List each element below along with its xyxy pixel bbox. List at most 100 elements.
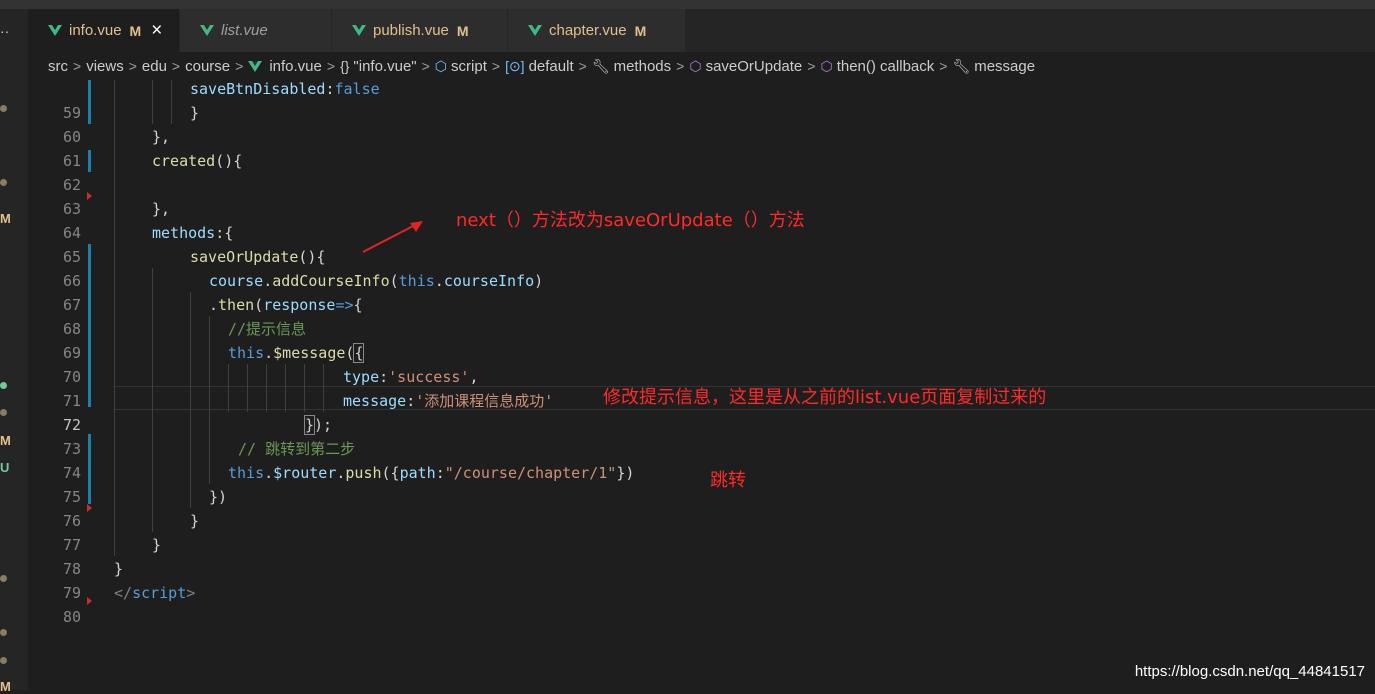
code-token: :	[325, 80, 335, 98]
code-token: addCourseInfo	[272, 272, 390, 290]
breadcrumb-symbol[interactable]: ⬡ then() callback	[820, 58, 934, 75]
breadcrumb-symbol[interactable]: ⬡ script	[435, 58, 487, 75]
scm-dot	[0, 179, 7, 186]
chevron-right-icon: >	[171, 58, 181, 74]
tab-info-vue[interactable]: info.vue M ×	[28, 9, 180, 52]
code-token: =>	[335, 296, 354, 314]
chevron-right-icon: >	[491, 58, 501, 74]
code-token: ,	[469, 368, 479, 386]
tab-label: list.vue	[221, 22, 268, 39]
code-line[interactable]: 59 saveBtnDisabled:false	[28, 77, 1375, 122]
code-line[interactable]: 78 }	[28, 533, 1375, 578]
method-cube-icon: ⬡	[820, 57, 833, 74]
code-token: saveOrUpdate	[190, 248, 299, 266]
code-token: >	[186, 584, 196, 602]
code-token: response	[263, 296, 336, 314]
code-token: ({	[381, 464, 400, 482]
code-line[interactable]: 79 }	[28, 557, 1375, 602]
annotation-message-note: 修改提示信息，这里是从之前的list.vue页面复制过来的	[603, 387, 1047, 408]
code-line[interactable]: 69 //提示信息	[28, 317, 1375, 362]
scm-dot	[0, 409, 7, 416]
breadcrumb-symbol[interactable]: {} "info.vue"	[340, 58, 417, 75]
code-line[interactable]: 77 }	[28, 509, 1375, 554]
code-line[interactable]: 67 course.addCourseInfo(this.courseInfo)	[28, 269, 1375, 314]
code-token: .	[209, 296, 219, 314]
chevron-right-icon: >	[235, 58, 244, 74]
window-top-strip	[0, 0, 1375, 9]
code-line[interactable]: 75 this.$router.push({path:"/course/chap…	[28, 461, 1375, 506]
code-token: .	[264, 344, 274, 362]
code-token: })	[616, 464, 635, 482]
git-modified-mark: M	[0, 433, 11, 448]
code-line[interactable]: 66 saveOrUpdate(){	[28, 245, 1375, 290]
code-line[interactable]: 74 // 跳转到第二步	[28, 437, 1375, 482]
vue-file-icon	[248, 60, 263, 72]
modified-badge: M	[634, 22, 647, 39]
breadcrumb-item[interactable]: course	[185, 58, 230, 75]
breadcrumb-symbol[interactable]: 🔧︎ methods	[592, 58, 671, 75]
code-token: false	[334, 80, 380, 98]
code-token: script	[132, 584, 187, 602]
wrench-icon: 🔧︎	[591, 57, 610, 74]
code-token: '添加课程信息成功'	[415, 392, 554, 410]
close-icon[interactable]: ×	[151, 20, 162, 42]
vue-file-icon	[352, 25, 366, 36]
tab-label: publish.vue	[373, 22, 449, 39]
code-line[interactable]: 60 }	[28, 101, 1375, 146]
code-line[interactable]: 70 this.$message({	[28, 341, 1375, 386]
scm-dot	[0, 105, 7, 112]
code-token: :{	[215, 224, 234, 242]
chevron-right-icon: >	[807, 58, 816, 74]
watermark: https://blog.csdn.net/qq_44841517	[1134, 663, 1365, 680]
code-token: this	[228, 464, 265, 482]
code-token: created	[152, 152, 216, 170]
code-line[interactable]: 76 })	[28, 485, 1375, 530]
breadcrumb-file[interactable]: info.vue	[248, 58, 322, 75]
cube-icon: ⬡	[434, 57, 448, 74]
code-token: :	[379, 368, 389, 386]
chevron-right-icon: >	[326, 58, 336, 74]
code-token: then	[218, 296, 255, 314]
code-token: (){	[215, 152, 243, 170]
code-token: type	[343, 368, 380, 386]
breadcrumb-symbol[interactable]: 🔧︎ message	[952, 58, 1035, 75]
code-token: :	[406, 392, 416, 410]
code-line[interactable]: 61 },	[28, 125, 1375, 170]
git-modified-mark: M	[0, 211, 11, 226]
breadcrumb: src > views > edu > course > info.vue > …	[28, 52, 1375, 80]
breadcrumb-symbol[interactable]: ⬡ saveOrUpdate	[689, 58, 802, 75]
chevron-right-icon: >	[421, 58, 430, 74]
breadcrumb-symbol-label: default	[528, 57, 574, 75]
more-icon[interactable]: ··	[0, 23, 9, 39]
chevron-right-icon: >	[128, 58, 137, 74]
code-line[interactable]: 68 .then(response=>{	[28, 293, 1375, 338]
code-token: },	[152, 128, 171, 146]
git-modified-mark: M	[0, 679, 11, 694]
chevron-right-icon: >	[676, 58, 685, 74]
tab-chapter-vue[interactable]: chapter.vue M	[508, 9, 686, 52]
vue-file-icon	[48, 25, 62, 36]
line-number: 80	[62, 608, 81, 626]
breadcrumb-item[interactable]: views	[86, 58, 124, 75]
code-line[interactable]: 80 </script>	[28, 581, 1375, 626]
code-token: 'success'	[388, 368, 470, 386]
tab-list-vue[interactable]: list.vue	[180, 9, 332, 52]
breadcrumb-symbol-label: script	[451, 57, 487, 75]
code-token: })	[209, 488, 228, 506]
tab-publish-vue[interactable]: publish.vue M	[332, 9, 508, 52]
tab-label: info.vue	[69, 22, 122, 39]
code-token: {	[353, 296, 363, 314]
modified-badge: M	[456, 22, 469, 39]
code-line[interactable]: 63	[28, 173, 1375, 218]
scm-dot	[0, 382, 7, 389]
code-line[interactable]: 62 created(){	[28, 149, 1375, 194]
breadcrumb-symbol[interactable]: [⊙] default	[505, 58, 574, 75]
modified-badge: M	[129, 22, 142, 39]
code-line[interactable]: 73 });	[28, 413, 1375, 458]
code-token: push	[345, 464, 382, 482]
code-token: }	[190, 104, 200, 122]
code-token: :	[435, 464, 445, 482]
breadcrumb-item[interactable]: src	[48, 58, 68, 75]
breadcrumb-item[interactable]: edu	[142, 58, 167, 75]
code-token: course	[209, 272, 264, 290]
